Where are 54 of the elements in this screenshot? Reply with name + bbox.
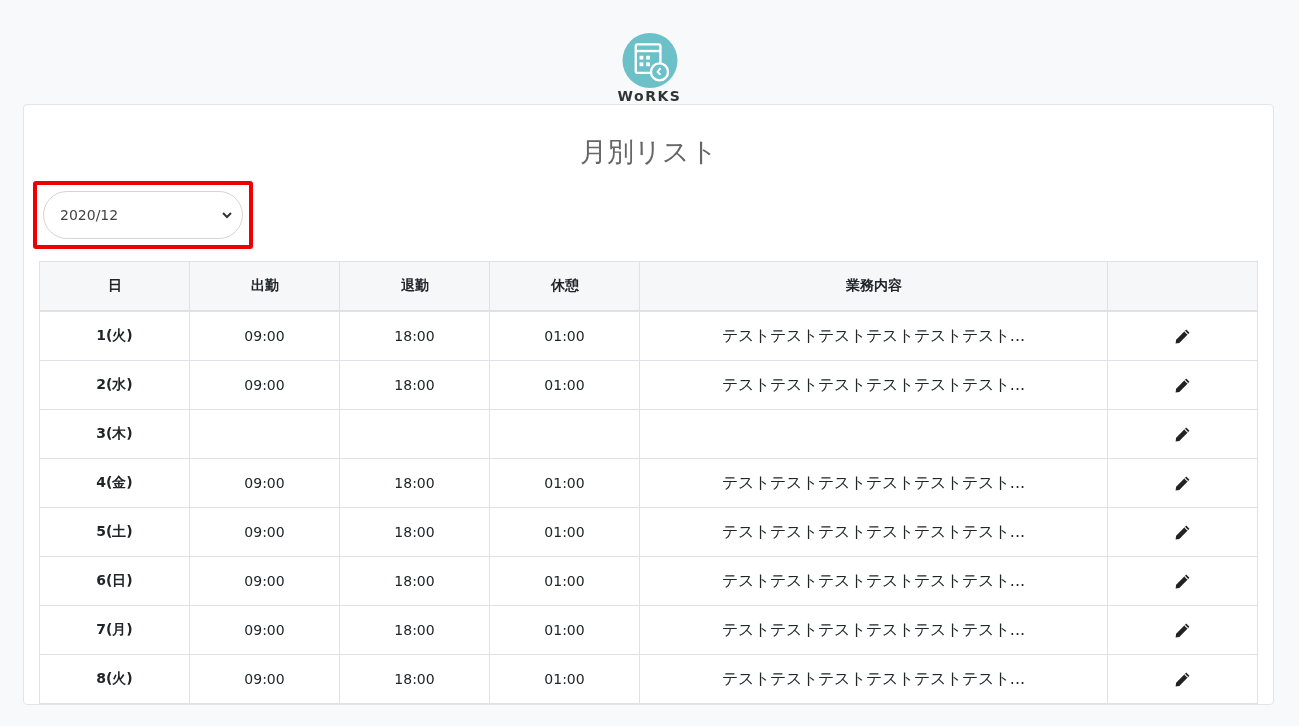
table-cell: 09:00 (189, 654, 340, 704)
table-cell: 09:00 (189, 605, 340, 655)
table-cell: 01:00 (489, 360, 640, 410)
table-cell: 01:00 (489, 605, 640, 655)
chevron-down-icon (222, 211, 232, 219)
table-cell: 6(日) (39, 556, 190, 606)
table-cell: 18:00 (339, 605, 490, 655)
column-header: 出勤 (189, 261, 340, 311)
table-cell: テストテストテストテストテストテスト... (639, 605, 1108, 655)
table-cell: 01:00 (489, 556, 640, 606)
table-cell: 18:00 (339, 556, 490, 606)
month-select[interactable]: 2020/12 (43, 191, 243, 239)
table-cell: 1(火) (39, 311, 190, 361)
table-cell: テストテストテストテストテストテスト... (639, 311, 1108, 361)
page-title: 月別リスト (578, 135, 719, 169)
table-cell: 09:00 (189, 311, 340, 361)
table-cell: 18:00 (339, 360, 490, 410)
table-cell: テストテストテストテストテストテスト... (639, 507, 1108, 557)
table-cell: 01:00 (489, 458, 640, 508)
table-cell: テストテストテストテストテストテスト... (639, 458, 1108, 508)
edit-icon[interactable] (1174, 474, 1191, 492)
column-header: 休憩 (489, 261, 640, 311)
table-cell: テストテストテストテストテストテスト... (639, 556, 1108, 606)
table-cell: 01:00 (489, 654, 640, 704)
edit-icon[interactable] (1174, 376, 1191, 394)
table-cell: 5(土) (39, 507, 190, 557)
edit-icon[interactable] (1174, 621, 1191, 639)
table-cell: 18:00 (339, 507, 490, 557)
table-cell: 01:00 (489, 311, 640, 361)
table-cell: 18:00 (339, 458, 490, 508)
table-cell: 8(火) (39, 654, 190, 704)
edit-icon[interactable] (1174, 425, 1191, 443)
table-cell: 01:00 (489, 507, 640, 557)
table-cell: 7(月) (39, 605, 190, 655)
table-cell: 4(金) (39, 458, 190, 508)
column-header: 業務内容 (639, 261, 1108, 311)
table-cell: 09:00 (189, 556, 340, 606)
logo-icon (620, 33, 679, 88)
column-header: 退勤 (339, 261, 490, 311)
table-cell: 18:00 (339, 654, 490, 704)
table-cell: 3(木) (39, 409, 190, 459)
table-cell: 2(水) (39, 360, 190, 410)
table-cell: 09:00 (189, 458, 340, 508)
edit-icon[interactable] (1174, 523, 1191, 541)
table-cell: 09:00 (189, 507, 340, 557)
edit-icon[interactable] (1174, 670, 1191, 688)
edit-icon[interactable] (1174, 327, 1191, 345)
table-cell: テストテストテストテストテストテスト... (639, 360, 1108, 410)
table-cell: 09:00 (189, 360, 340, 410)
logo-wordmark: WoRKS (617, 88, 682, 104)
column-header: 日 (39, 261, 190, 311)
edit-icon[interactable] (1174, 572, 1191, 590)
table-cell: テストテストテストテストテストテスト... (639, 654, 1108, 704)
table-cell: 18:00 (339, 311, 490, 361)
